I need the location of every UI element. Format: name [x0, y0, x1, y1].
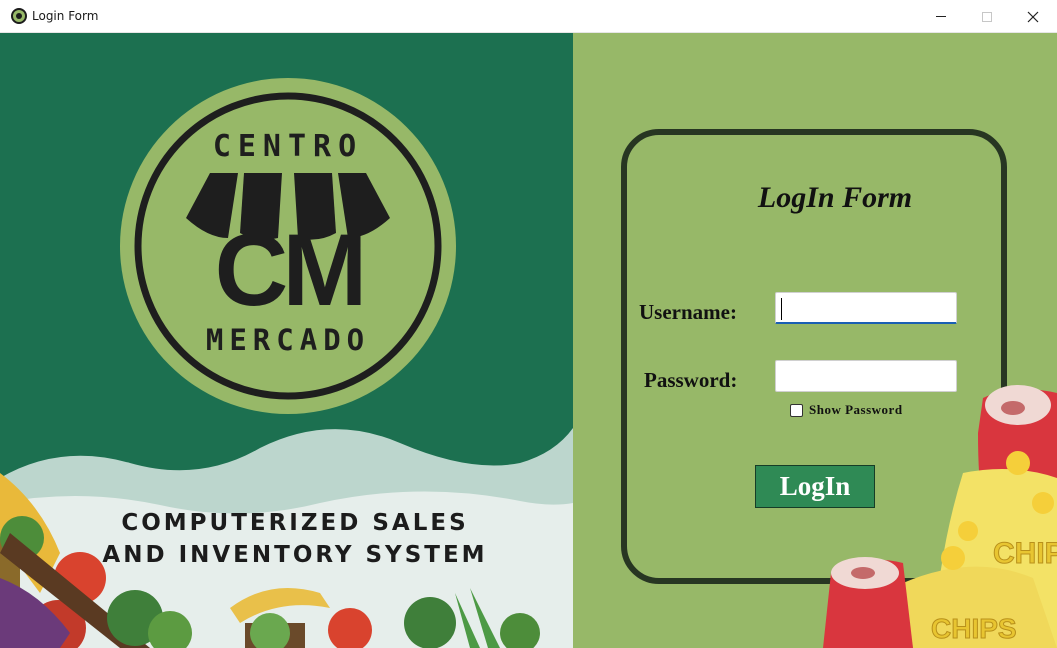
system-title-line1: COMPUTERIZED SALES: [121, 510, 469, 536]
svg-text:CHIP: CHIP: [993, 537, 1057, 570]
password-input[interactable]: [775, 360, 957, 392]
close-button[interactable]: [1010, 0, 1056, 33]
minimize-icon: [936, 16, 946, 17]
maximize-button[interactable]: [964, 0, 1010, 33]
form-title: LogIn Form: [757, 181, 913, 214]
title-bar: Login Form: [0, 0, 1057, 33]
login-panel: CHIP CHIPS LogIn Form Username: Password…: [573, 33, 1057, 648]
close-icon: [1027, 11, 1039, 22]
login-button[interactable]: LogIn: [755, 465, 875, 508]
system-title: COMPUTERIZED SALES AND INVENTORY SYSTEM: [80, 507, 510, 571]
show-password-label: Show Password: [809, 402, 903, 417]
soda-can-2-icon: [823, 557, 913, 648]
chips-bag-icon: CHIP CHIPS: [903, 451, 1057, 648]
password-label: Password:: [644, 368, 738, 392]
app-logo-icon: [11, 8, 27, 24]
logo-bottom-text: MERCADO: [205, 323, 371, 357]
window-title: Login Form: [32, 9, 99, 23]
show-password-checkbox[interactable]: [790, 403, 803, 417]
logo-top-text: CENTRO: [212, 129, 364, 164]
username-input[interactable]: [775, 292, 957, 324]
text-cursor: [781, 298, 782, 320]
snacks-illustration: CHIP CHIPS: [823, 385, 1057, 648]
maximize-icon: [982, 11, 992, 22]
username-label: Username:: [639, 300, 737, 324]
logo-initials: CM: [214, 213, 368, 327]
minimize-button[interactable]: [918, 0, 964, 33]
system-title-line2: AND INVENTORY SYSTEM: [102, 542, 488, 568]
branding-panel: CENTRO CM MERCADO COMPUTERIZED SALES AND…: [0, 33, 573, 648]
svg-text:CHIPS: CHIPS: [931, 613, 1017, 644]
show-password-toggle[interactable]: Show Password: [790, 402, 903, 418]
